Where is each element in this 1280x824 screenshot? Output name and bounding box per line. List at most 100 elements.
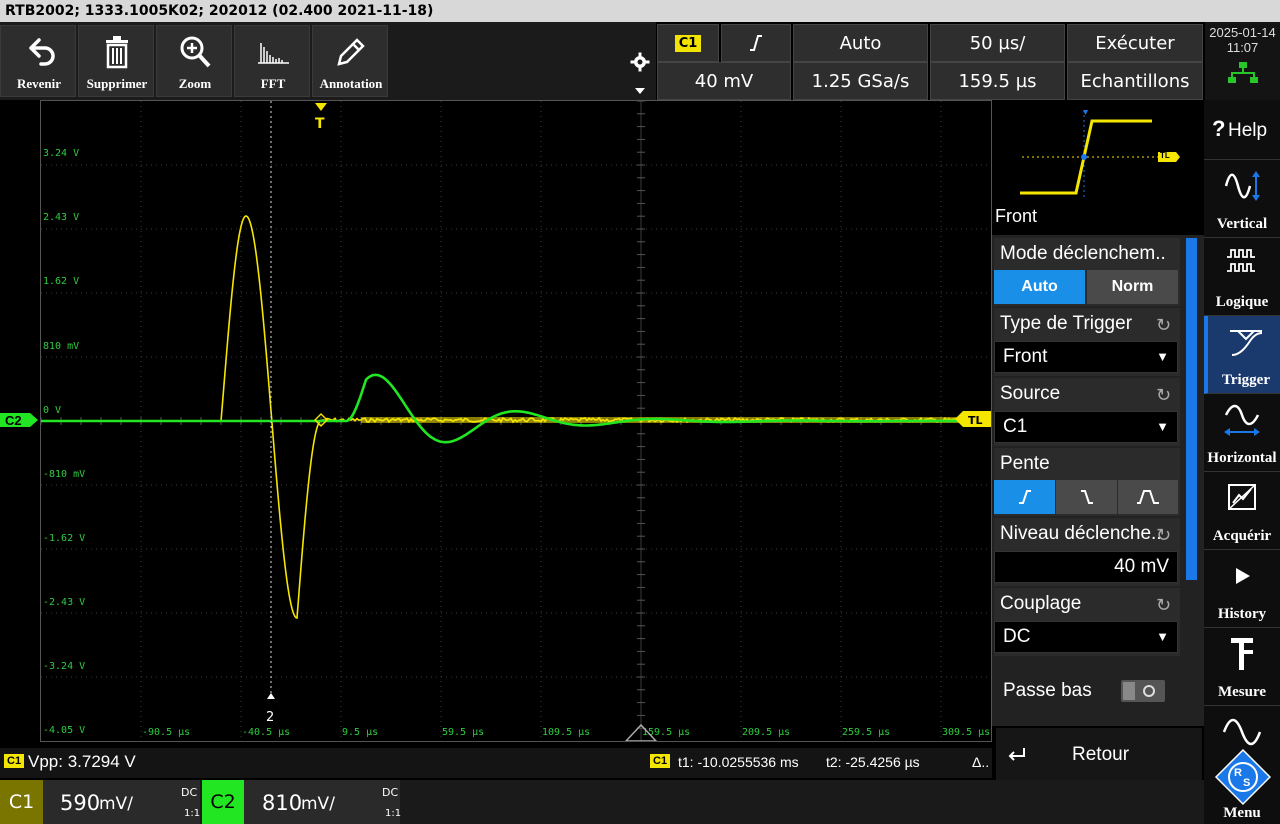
vpp-measurement[interactable]: Vpp: 3.7294 V bbox=[28, 752, 136, 772]
ch2-trace bbox=[41, 373, 991, 444]
trigger-level-input[interactable]: 40 mV bbox=[994, 551, 1178, 583]
cursor-channel-badge: C1 bbox=[650, 754, 671, 768]
trigger-coupling-title: Couplage bbox=[1000, 593, 1082, 614]
slope-falling-button[interactable] bbox=[1056, 480, 1117, 514]
annotation-button[interactable]: Annotation bbox=[312, 25, 388, 97]
y-axis-label: 1.62 V bbox=[43, 276, 79, 287]
trash-icon bbox=[79, 32, 155, 72]
mode-norm-button[interactable]: Norm bbox=[1087, 270, 1178, 304]
chevron-down-icon: ▼ bbox=[1156, 419, 1169, 434]
slope-both-button[interactable] bbox=[1118, 480, 1178, 514]
measure-button[interactable]: Mesure bbox=[1204, 628, 1280, 706]
logic-button[interactable]: Logique bbox=[1204, 238, 1280, 316]
x-axis-label: 259.5 µs bbox=[842, 727, 890, 738]
channel-2-ratio: 1:1 bbox=[385, 808, 402, 819]
trigger-source-dropdown[interactable]: C1 ▼ bbox=[994, 411, 1178, 443]
position-status[interactable]: 159.5 µs bbox=[930, 62, 1065, 100]
y-axis-label: -4.05 V bbox=[43, 725, 85, 736]
x-axis-label: 9.5 µs bbox=[342, 727, 378, 738]
trigger-type-dropdown[interactable]: Front ▼ bbox=[994, 341, 1178, 373]
trigger-preview: TL Front bbox=[992, 100, 1204, 235]
menu-label: Menu bbox=[1223, 805, 1261, 821]
menu-button[interactable]: R S Menu bbox=[1204, 706, 1280, 824]
cursor-marker-icon bbox=[267, 693, 275, 699]
lowpass-toggle[interactable] bbox=[1121, 680, 1165, 702]
back-button[interactable]: Retour bbox=[996, 728, 1202, 780]
zoom-button[interactable]: Zoom bbox=[156, 25, 232, 97]
trigger-mode-status[interactable]: Auto bbox=[793, 24, 928, 62]
measurement-channel-badge: C1 bbox=[4, 754, 25, 768]
channel-1-scale: 590 bbox=[60, 791, 101, 815]
help-button[interactable]: ? Help bbox=[1204, 100, 1280, 160]
rs-logo-icon: R S bbox=[1214, 748, 1272, 806]
fft-button[interactable]: FFT bbox=[234, 25, 310, 97]
acquire-label: Acquérir bbox=[1212, 528, 1272, 544]
y-axis-label: -2.43 V bbox=[43, 597, 85, 608]
horizontal-icon bbox=[1204, 400, 1280, 440]
acquire-icon bbox=[1204, 478, 1280, 518]
reset-icon[interactable]: ↻ bbox=[1156, 595, 1176, 615]
rising-edge-icon bbox=[1018, 490, 1031, 504]
undo-button[interactable]: Revenir bbox=[0, 25, 76, 97]
cursor-t1[interactable]: t1: -10.0255536 ms bbox=[678, 754, 799, 770]
trigger-level-status[interactable]: 40 mV bbox=[657, 62, 791, 100]
y-axis-label: -1.62 V bbox=[43, 533, 85, 544]
trigger-source-value: C1 bbox=[1003, 416, 1028, 437]
run-state-button[interactable]: Exécuter bbox=[1067, 24, 1203, 62]
undo-label: Revenir bbox=[16, 76, 62, 91]
timebase-status[interactable]: 50 µs/ bbox=[930, 24, 1065, 62]
waveform-display[interactable]: 3.24 V 2.43 V 1.62 V 810 mV 0 V -810 mV -1.62 … bbox=[40, 100, 992, 742]
reset-icon[interactable]: ↻ bbox=[1156, 385, 1176, 405]
trigger-menu-button[interactable]: Trigger bbox=[1204, 316, 1280, 394]
history-button[interactable]: History bbox=[1204, 550, 1280, 628]
rising-edge-icon bbox=[750, 35, 762, 51]
x-axis-label: -90.5 µs bbox=[142, 727, 190, 738]
lowpass-label: Passe bas bbox=[1003, 680, 1092, 701]
x-axis-label: 159.5 µs bbox=[642, 727, 690, 738]
title-bar: RTB2002; 1333.1005K02; 202012 (02.400 20… bbox=[0, 0, 1280, 22]
cursor-t2[interactable]: t2: -25.4256 µs bbox=[826, 754, 920, 770]
fft-icon bbox=[235, 32, 311, 72]
reset-icon[interactable]: ↻ bbox=[1156, 525, 1176, 545]
y-axis-label: 810 mV bbox=[43, 341, 79, 352]
panel-scrollbar[interactable] bbox=[1186, 238, 1197, 580]
vertical-button[interactable]: Vertical bbox=[1204, 160, 1280, 238]
trigger-mode-title: Mode déclenchem.. bbox=[1000, 243, 1166, 264]
delete-button[interactable]: Supprimer bbox=[78, 25, 154, 97]
trigger-coupling-dropdown[interactable]: DC ▼ bbox=[994, 621, 1178, 653]
trigger-source-badge[interactable]: C1 bbox=[657, 24, 719, 62]
y-axis-label: -3.24 V bbox=[43, 661, 85, 672]
reset-icon[interactable]: ↻ bbox=[1156, 315, 1176, 335]
x-axis-label: 59.5 µs bbox=[442, 727, 484, 738]
acquire-button[interactable]: Acquérir bbox=[1204, 472, 1280, 550]
channel-1-label: C1 bbox=[0, 780, 43, 824]
trigger-menu-label: Trigger bbox=[1221, 372, 1271, 388]
x-axis-label: 309.5 µs bbox=[942, 727, 990, 738]
trigger-position-icon bbox=[315, 103, 327, 111]
slope-rising-button[interactable] bbox=[994, 480, 1055, 514]
channel-2-box[interactable]: C2 810 mV/ DC 1:1 bbox=[202, 780, 402, 824]
svg-text:R: R bbox=[1234, 767, 1242, 779]
datetime-display: 2025-01-14 11:07 bbox=[1205, 22, 1280, 100]
left-markers: C2 1 bbox=[0, 413, 38, 428]
trigger-slope-indicator[interactable] bbox=[721, 24, 791, 62]
preview-tl-marker: TL bbox=[1160, 151, 1170, 160]
chevron-down-icon: ▼ bbox=[1156, 629, 1169, 644]
trigger-source-title: Source bbox=[1000, 383, 1061, 404]
trigger-level-marker: TL bbox=[968, 414, 983, 427]
time-text: 11:07 bbox=[1226, 40, 1259, 55]
trigger-type-title: Type de Trigger bbox=[1000, 313, 1133, 334]
chevron-down-icon: ▼ bbox=[1156, 349, 1169, 364]
ch2-offset-marker: C2 bbox=[5, 413, 22, 428]
sample-rate-status[interactable]: 1.25 GSa/s bbox=[793, 62, 928, 100]
mode-auto-button[interactable]: Auto bbox=[994, 270, 1085, 304]
gear-icon bbox=[630, 52, 650, 72]
horizontal-button[interactable]: Horizontal bbox=[1204, 394, 1280, 472]
settings-button[interactable] bbox=[624, 22, 656, 100]
acquisition-mode-status[interactable]: Echantillons bbox=[1067, 62, 1203, 100]
x-axis-label: 209.5 µs bbox=[742, 727, 790, 738]
logic-label: Logique bbox=[1215, 294, 1269, 310]
caliper-icon bbox=[1204, 634, 1280, 674]
channel-1-box[interactable]: C1 590 mV/ DC 1:1 bbox=[0, 780, 200, 824]
cursor-delta[interactable]: Δ.. bbox=[972, 754, 989, 770]
